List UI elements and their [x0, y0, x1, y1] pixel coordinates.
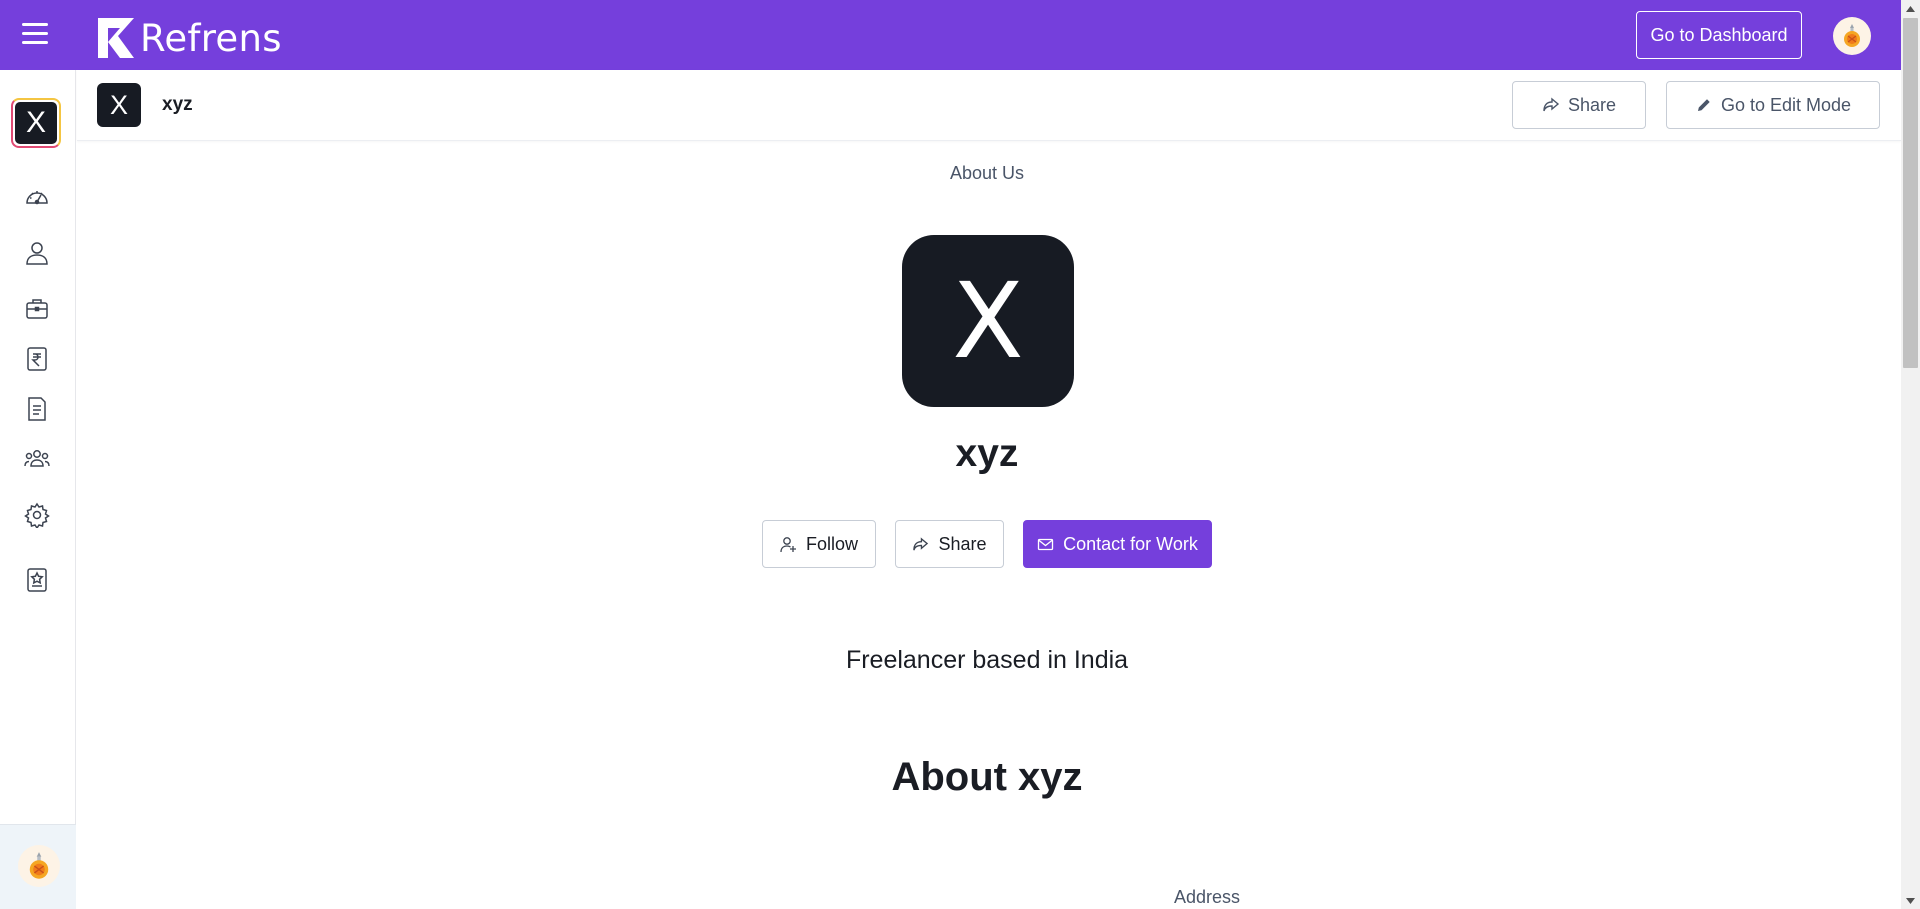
contact-for-work-button[interactable]: Contact for Work [1023, 520, 1212, 568]
profile-main: About Us X xyz Follow Share Contact for … [77, 142, 1901, 909]
share-icon [1543, 97, 1560, 112]
share-profile-label: Share [938, 533, 987, 554]
rupee-icon[interactable] [24, 346, 50, 372]
tab-about-us[interactable]: About Us [77, 163, 1897, 184]
business-logo: X [97, 83, 141, 127]
go-to-dashboard-button[interactable]: Go to Dashboard [1636, 11, 1802, 59]
user-avatar-icon[interactable] [18, 845, 60, 887]
scroll-up-arrow-icon[interactable] [1901, 0, 1920, 17]
briefcase-icon[interactable] [24, 296, 50, 322]
business-switcher[interactable]: X [11, 98, 61, 148]
brand-logo[interactable]: Refrens [96, 15, 282, 61]
top-navbar: Refrens Go to Dashboard [0, 0, 1901, 70]
left-sidebar: X [0, 70, 76, 909]
profile-tagline: Freelancer based in India [845, 646, 1129, 674]
share-profile-button[interactable]: Share [895, 520, 1004, 568]
address-label: Address [1174, 887, 1241, 907]
business-name: xyz [162, 94, 193, 115]
mail-icon [1037, 538, 1054, 550]
refrens-logo-icon [98, 18, 134, 58]
scroll-down-arrow-icon[interactable] [1901, 892, 1920, 909]
share-button[interactable]: Share [1512, 81, 1646, 129]
speedometer-icon[interactable] [24, 184, 50, 210]
follow-button[interactable]: Follow [762, 520, 876, 568]
add-user-icon [780, 536, 796, 552]
share-label: Share [1567, 94, 1617, 115]
scrollbar-thumb[interactable] [1903, 18, 1918, 368]
brand-name: Refrens [140, 16, 282, 60]
profile-name: xyz [955, 432, 1019, 475]
pencil-icon [1697, 99, 1710, 111]
share-icon [913, 536, 929, 550]
document-icon[interactable] [24, 396, 50, 422]
gear-icon[interactable] [24, 502, 50, 530]
page-scrollbar[interactable] [1901, 0, 1920, 909]
business-logo-large: X [902, 235, 1074, 407]
star-badge-icon[interactable] [24, 567, 50, 593]
contact-label: Contact for Work [1063, 533, 1198, 554]
user-avatar-icon[interactable] [1833, 17, 1871, 55]
edit-mode-label: Go to Edit Mode [1720, 94, 1852, 115]
about-heading: About xyz [891, 755, 1083, 799]
business-initial: X [15, 102, 57, 144]
go-to-edit-mode-button[interactable]: Go to Edit Mode [1666, 81, 1880, 129]
users-icon[interactable] [24, 446, 50, 472]
follow-label: Follow [805, 533, 858, 554]
hamburger-menu-icon[interactable] [22, 21, 48, 45]
sidebar-footer [0, 824, 76, 909]
business-header: X xyz Share Go to Edit Mode [77, 70, 1901, 141]
user-icon[interactable] [24, 240, 50, 266]
